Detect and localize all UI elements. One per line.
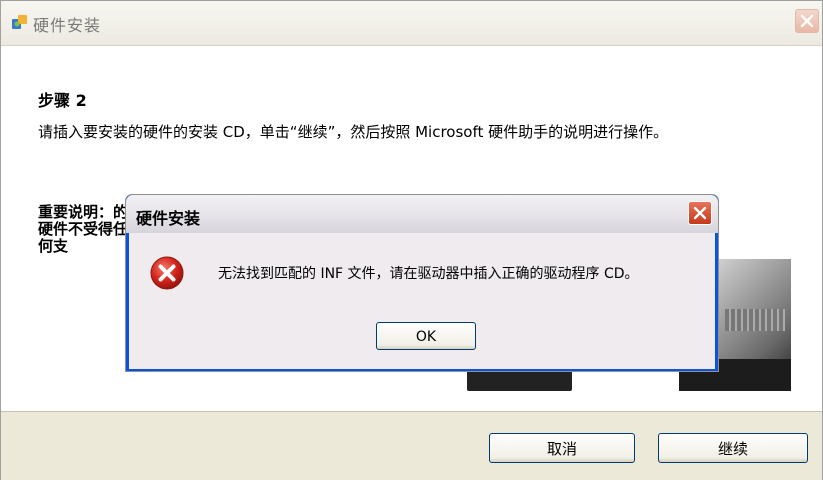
dialog-titlebar: 硬件安装 <box>126 195 718 233</box>
main-close-button[interactable] <box>795 9 819 33</box>
step-title: 步骤 2 <box>38 91 87 110</box>
ok-button[interactable]: OK <box>376 322 476 350</box>
dialog-message: 无法找到匹配的 INF 文件，请在驱动器中插入正确的驱动程序 CD。 <box>218 266 639 282</box>
main-window-title: 硬件安装 <box>33 16 102 35</box>
important-note: 重要说明：的硬件不受得任何支 <box>38 204 129 255</box>
close-icon <box>800 14 814 28</box>
main-titlebar: 硬件安装 <box>1 1 822 46</box>
continue-button[interactable]: 继续 <box>658 433 808 463</box>
error-icon <box>150 256 184 290</box>
hardware-wizard-icon <box>12 15 27 29</box>
dialog-body: 无法找到匹配的 INF 文件，请在驱动器中插入正确的驱动程序 CD。 OK <box>129 233 715 369</box>
error-dialog: 硬件安装 无法找到匹配的 INF 文件，请在驱动器中插入正确的驱动程序 CD。 … <box>125 194 719 372</box>
dialog-close-button[interactable] <box>688 201 712 225</box>
close-icon <box>693 206 707 220</box>
dialog-title: 硬件安装 <box>136 209 201 228</box>
cancel-button[interactable]: 取消 <box>489 433 635 463</box>
instruction-text: 请插入要安装的硬件的安装 CD，单击“继续”，然后按照 Microsoft 硬件… <box>38 123 669 141</box>
laptop-illustration <box>719 259 791 369</box>
